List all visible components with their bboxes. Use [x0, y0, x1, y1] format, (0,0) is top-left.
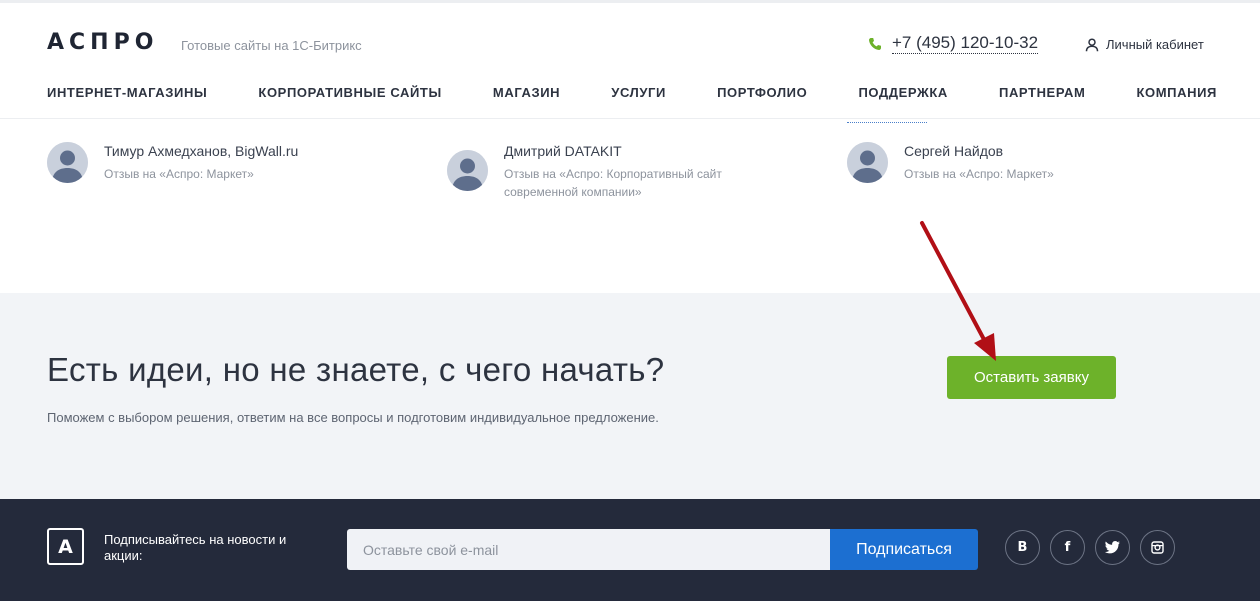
subscribe-caption: Подписывайтесь на новости и акции: — [104, 532, 287, 563]
cta-section: Есть идеи, но не знаете, с чего начать? … — [0, 293, 1260, 499]
nav-item-support[interactable]: ПОДДЕРЖКА — [858, 85, 947, 100]
nav-item-portfolio[interactable]: ПОРТФОЛИО — [717, 85, 807, 100]
cabinet-label: Личный кабинет — [1106, 37, 1204, 52]
vk-icon[interactable]: В — [1005, 530, 1040, 565]
facebook-glyph: f — [1064, 540, 1071, 555]
leave-request-button[interactable]: Оставить заявку — [947, 356, 1116, 399]
nav-item-partners[interactable]: ПАРТНЕРАМ — [999, 85, 1085, 100]
footer-logo[interactable]: A — [47, 528, 84, 565]
site-footer: A Подписывайтесь на новости и акции: Под… — [0, 499, 1260, 601]
cta-title: Есть идеи, но не знаете, с чего начать? — [47, 351, 665, 388]
cta-subtitle: Поможем с выбором решения, ответим на вс… — [47, 410, 659, 425]
review-author[interactable]: Сергей Найдов — [904, 143, 1054, 159]
site-header: АСПРО Готовые сайты на 1С-Битрикс +7 (49… — [0, 0, 1260, 123]
avatar-placeholder-icon — [47, 142, 88, 183]
nav-active-underline — [847, 122, 927, 123]
avatar-placeholder-icon — [847, 142, 888, 183]
review-source: Отзыв на «Аспро: Маркет» — [904, 167, 1054, 181]
phone-block[interactable]: +7 (495) 120-10-32 — [868, 33, 1039, 54]
nav-item-services[interactable]: УСЛУГИ — [611, 85, 666, 100]
twitter-bird-icon — [1105, 541, 1120, 554]
vk-glyph: В — [1017, 540, 1028, 555]
instagram-camera-icon — [1151, 541, 1164, 554]
review-item[interactable]: Дмитрий DATAKIT Отзыв на «Аспро: Корпора… — [447, 143, 787, 201]
nav-item-online-stores[interactable]: ИНТЕРНЕТ-МАГАЗИНЫ — [47, 85, 207, 100]
facebook-icon[interactable]: f — [1050, 530, 1085, 565]
review-source: Отзыв на «Аспро: Корпоративный сайт совр… — [504, 167, 722, 199]
tagline: Готовые сайты на 1С-Битрикс — [181, 38, 362, 53]
nav-item-shop[interactable]: МАГАЗИН — [493, 85, 560, 100]
social-links: В f — [1005, 530, 1175, 565]
review-item[interactable]: Сергей Найдов Отзыв на «Аспро: Маркет» — [847, 142, 1187, 183]
avatar-placeholder-icon — [447, 150, 488, 191]
email-input[interactable] — [347, 529, 830, 570]
subscribe-form: Подписаться — [347, 529, 978, 570]
twitter-icon[interactable] — [1095, 530, 1130, 565]
review-author[interactable]: Дмитрий DATAKIT — [504, 143, 764, 159]
review-item[interactable]: Тимур Ахмедханов, BigWall.ru Отзыв на «А… — [47, 142, 387, 183]
main-nav: ИНТЕРНЕТ-МАГАЗИНЫ КОРПОРАТИВНЫЕ САЙТЫ МА… — [47, 85, 1217, 100]
avatar — [447, 150, 488, 191]
nav-item-company[interactable]: КОМПАНИЯ — [1137, 85, 1217, 100]
phone-icon — [869, 37, 881, 50]
logo[interactable]: АСПРО — [47, 30, 158, 55]
phone-number[interactable]: +7 (495) 120-10-32 — [892, 33, 1039, 54]
review-author[interactable]: Тимур Ахмедханов, BigWall.ru — [104, 143, 298, 159]
instagram-icon[interactable] — [1140, 530, 1175, 565]
nav-item-corporate-sites[interactable]: КОРПОРАТИВНЫЕ САЙТЫ — [258, 85, 441, 100]
avatar — [47, 142, 88, 183]
user-icon — [1085, 37, 1099, 51]
avatar — [847, 142, 888, 183]
subscribe-button[interactable]: Подписаться — [830, 529, 978, 570]
review-source: Отзыв на «Аспро: Маркет» — [104, 167, 254, 181]
personal-cabinet-link[interactable]: Личный кабинет — [1085, 37, 1204, 52]
